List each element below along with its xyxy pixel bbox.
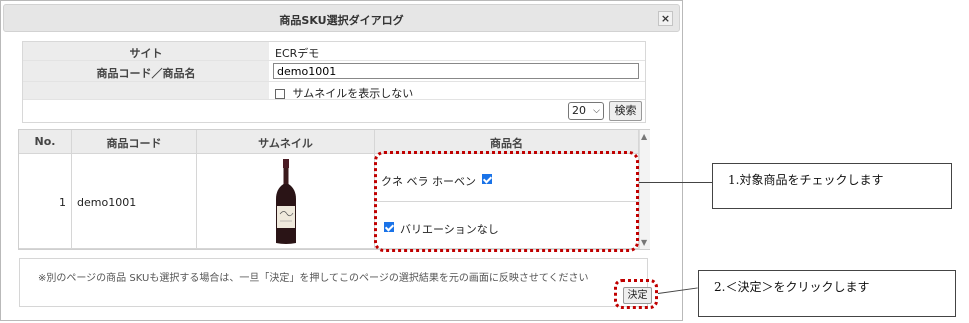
site-row: サイト ECRデモ (23, 42, 645, 61)
page-size-select[interactable]: 20 ⌵ (568, 102, 604, 120)
code-label: 商品コード／商品名 (23, 61, 269, 81)
footer-note: ※別のページの商品 SKUも選択する場合は、一旦「決定」を押してこのページの選択… (38, 273, 589, 284)
hide-thumbnail-option[interactable]: サムネイルを表示しない (275, 82, 414, 100)
dialog-title: 商品SKU選択ダイアログ (279, 14, 404, 27)
search-form: サイト ECRデモ 商品コード／商品名 サムネイルを表示しない 20 ⌵ 検索 (22, 41, 646, 123)
hide-thumbnail-checkbox[interactable] (275, 89, 285, 99)
header-no: No. (19, 130, 72, 154)
table-row-thumbnail (197, 154, 375, 249)
product-code-input[interactable] (273, 63, 639, 79)
row-code: demo1001 (77, 196, 137, 209)
header-code: 商品コード (72, 130, 197, 154)
hide-thumbnail-label: サムネイルを表示しない (292, 87, 414, 100)
site-value: ECRデモ (275, 47, 320, 60)
table-row-no: 1 (19, 154, 72, 249)
thumb-row: サムネイルを表示しない (23, 82, 645, 100)
close-icon[interactable]: × (658, 11, 673, 26)
scroll-up-icon[interactable]: ▲ (641, 132, 647, 141)
scroll-down-icon[interactable]: ▼ (641, 238, 647, 247)
highlight-decide-button (614, 279, 658, 309)
site-label: サイト (23, 42, 269, 60)
search-row: 20 ⌵ 検索 (23, 100, 645, 123)
page-size-value: 20 (572, 104, 586, 117)
thumb-label-blank (23, 82, 269, 99)
callout-check: 1.対象商品をチェックします (712, 163, 952, 209)
code-row: 商品コード／商品名 (23, 61, 645, 82)
row-no: 1 (59, 196, 66, 209)
dialog-titlebar[interactable]: 商品SKU選択ダイアログ × (3, 4, 680, 32)
callout-line-check (639, 182, 712, 183)
header-thumbnail: サムネイル (197, 130, 375, 154)
callout-decide: 2.＜決定＞をクリックします (698, 270, 956, 317)
table-row-code: demo1001 (72, 154, 197, 249)
table-scrollbar[interactable]: ▲ ▼ (639, 130, 650, 249)
chevron-down-icon: ⌵ (593, 106, 600, 116)
search-button[interactable]: 検索 (609, 101, 642, 121)
footer-panel: ※別のページの商品 SKUも選択する場合は、一旦「決定」を押してこのページの選択… (19, 258, 652, 307)
highlight-product-selection (374, 151, 639, 252)
wine-bottle-image (276, 159, 296, 244)
